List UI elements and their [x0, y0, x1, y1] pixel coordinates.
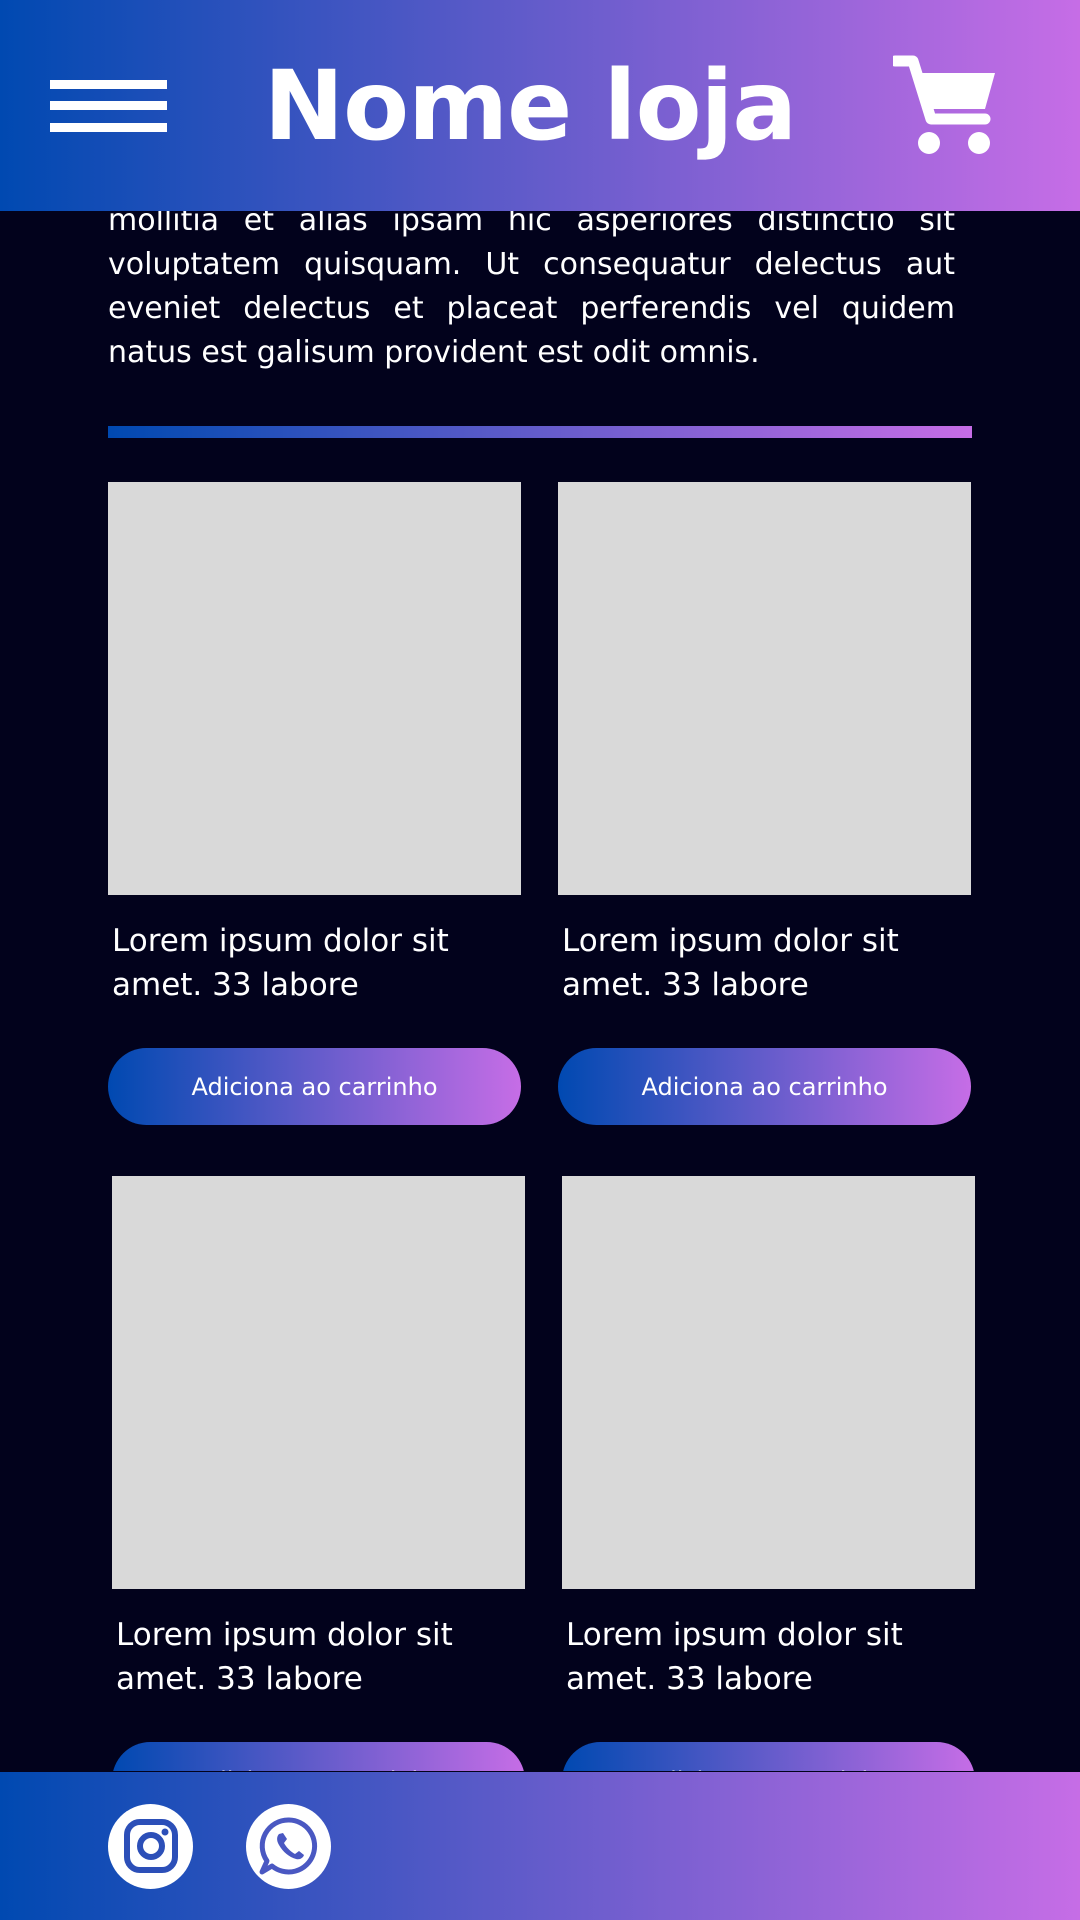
- whatsapp-icon: [259, 1817, 317, 1875]
- main-content[interactable]: mollitia et alias ipsam hic asperiores d…: [0, 211, 1080, 1771]
- app-footer: [0, 1772, 1080, 1920]
- app-header: Nome loja: [0, 0, 1080, 211]
- hamburger-menu-icon-bar: [50, 122, 167, 132]
- add-to-cart-button[interactable]: Adiciona ao carrinho: [562, 1742, 975, 1771]
- product-card[interactable]: Lorem ipsum dolor sit amet. 33 labore Ad…: [112, 1176, 525, 1771]
- gradient-divider: [108, 426, 972, 438]
- product-card[interactable]: Lorem ipsum dolor sit amet. 33 labore Ad…: [562, 1176, 975, 1771]
- product-name: Lorem ipsum dolor sit amet. 33 labore: [116, 1617, 453, 1697]
- add-to-cart-button[interactable]: Adiciona ao carrinho: [108, 1048, 521, 1125]
- add-to-cart-button[interactable]: Adiciona ao carrinho: [112, 1742, 525, 1771]
- product-image-placeholder[interactable]: [558, 482, 971, 895]
- product-name: Lorem ipsum dolor sit amet. 33 labore: [112, 923, 449, 1003]
- intro-text: mollitia et alias ipsam hic asperiores d…: [108, 211, 955, 370]
- product-card[interactable]: Lorem ipsum dolor sit amet. 33 labore Ad…: [558, 482, 971, 1125]
- store-title: Nome loja: [263, 49, 797, 162]
- add-to-cart-button[interactable]: Adiciona ao carrinho: [558, 1048, 971, 1125]
- cart-button[interactable]: [889, 55, 997, 157]
- product-card[interactable]: Lorem ipsum dolor sit amet. 33 labore Ad…: [108, 482, 521, 1125]
- product-image-placeholder[interactable]: [108, 482, 521, 895]
- menu-button[interactable]: [50, 79, 167, 132]
- hamburger-menu-icon: [50, 79, 167, 89]
- product-name: Lorem ipsum dolor sit amet. 33 labore: [566, 1617, 903, 1697]
- product-image-placeholder[interactable]: [112, 1176, 525, 1589]
- product-image-placeholder[interactable]: [562, 1176, 975, 1589]
- instagram-icon: [123, 1819, 178, 1873]
- shopping-cart-icon: [889, 55, 995, 154]
- hamburger-menu-icon-bar: [50, 101, 167, 110]
- product-name: Lorem ipsum dolor sit amet. 33 labore: [562, 923, 899, 1003]
- instagram-button[interactable]: [108, 1803, 193, 1889]
- whatsapp-button[interactable]: [246, 1803, 331, 1889]
